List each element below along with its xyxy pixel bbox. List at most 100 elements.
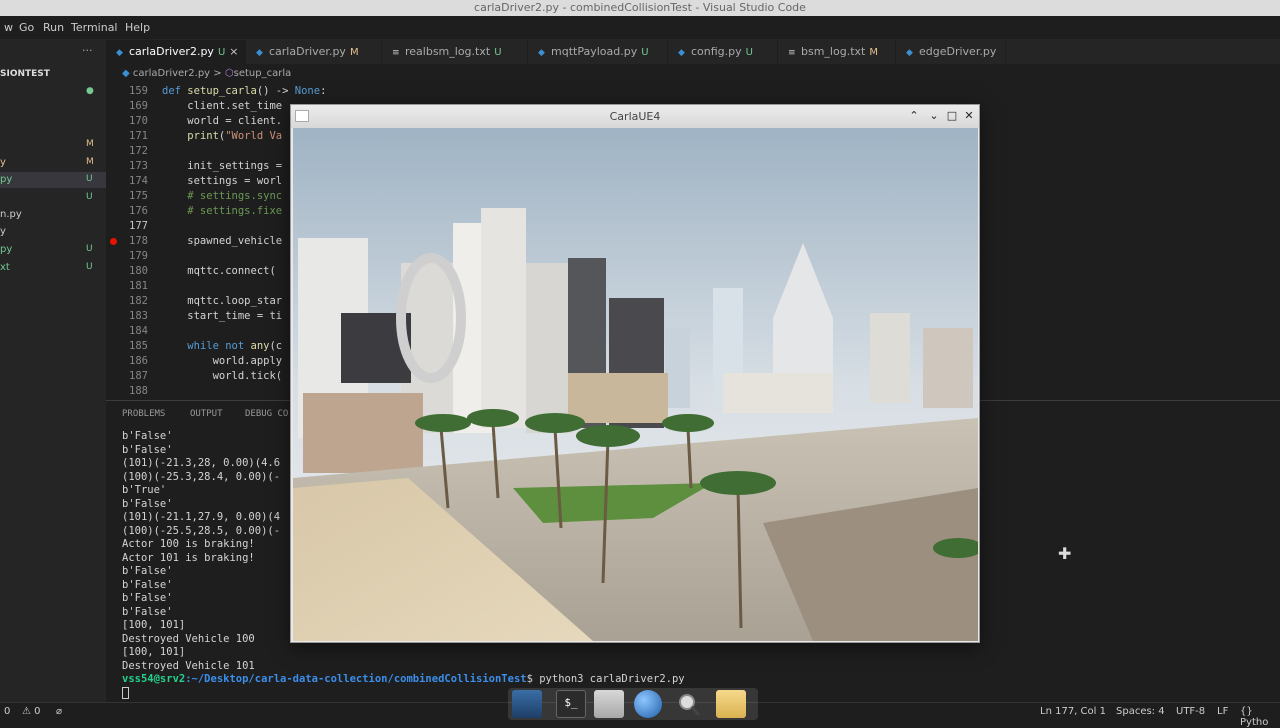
code-token: start_time = ti — [162, 310, 283, 322]
file-row[interactable]: ● — [0, 84, 106, 100]
line-number: 183 — [129, 310, 148, 322]
search-icon[interactable] — [674, 690, 704, 718]
tab-edgedriver[interactable]: ◆ edgeDriver.py — [896, 40, 1006, 64]
file-status: M — [86, 139, 94, 149]
minimize-icon[interactable]: ⌃ — [907, 109, 921, 123]
code-token: spawned_vehicle — [162, 235, 283, 247]
line-number: 187 — [129, 370, 148, 382]
menu-item-window[interactable]: w — [4, 21, 13, 34]
menu-item-terminal[interactable]: Terminal — [71, 21, 118, 34]
line-number: 170 — [129, 115, 148, 127]
eol[interactable]: LF — [1217, 706, 1228, 717]
code-token: # settings.sync — [162, 190, 283, 202]
close-icon[interactable]: × — [229, 45, 238, 58]
home-folder-icon[interactable] — [594, 690, 624, 718]
app-icon — [295, 110, 309, 122]
code-line[interactable]: 159 def setup_carla() -> None: — [106, 84, 1280, 99]
tab-problems[interactable]: PROBLEMS — [122, 409, 165, 419]
code-text: settings = worl — [162, 174, 282, 189]
code-text: # settings.sync — [162, 189, 282, 204]
terminal-line: Actor 101 is braking! — [122, 551, 255, 564]
line-number: 184 — [129, 325, 148, 337]
file-name: py — [0, 174, 13, 185]
browser-globe-icon[interactable] — [634, 690, 662, 718]
python-file-icon: ◆ — [906, 48, 913, 58]
indentation[interactable]: Spaces: 4 — [1116, 706, 1165, 717]
python-file-icon: ◆ — [116, 48, 123, 58]
cursor-position[interactable]: Ln 177, Col 1 — [1040, 706, 1106, 717]
tab-status: U — [494, 47, 502, 58]
restore-icon[interactable]: ⌄ — [927, 109, 941, 123]
file-row[interactable]: py U — [0, 242, 106, 258]
code-text: world = client. — [162, 114, 282, 129]
code-token: () -> — [256, 85, 295, 97]
file-row[interactable]: n.py — [0, 207, 106, 223]
code-token: while not — [187, 340, 251, 352]
carla-title-bar[interactable]: CarlaUE4 ⌃ ⌄ □ ✕ — [291, 105, 979, 128]
line-number: 172 — [129, 145, 148, 157]
line-number: 159 — [129, 85, 148, 97]
file-status: M — [86, 157, 94, 167]
close-icon[interactable]: ✕ — [962, 109, 976, 123]
file-row[interactable]: U — [0, 190, 106, 206]
folder-icon[interactable] — [716, 690, 746, 718]
tab-carladriver2[interactable]: ◆ carlaDriver2.py U × — [106, 40, 246, 64]
bell-icon[interactable]: ⌀ — [56, 706, 62, 717]
line-number: 173 — [129, 160, 148, 172]
breadcrumb-file[interactable]: carlaDriver2.py — [133, 68, 210, 79]
text-file-icon: ≡ — [392, 48, 400, 58]
terminal-prompt: vss54@srv2:~/Desktop/carla-data-collecti… — [122, 673, 685, 687]
code-text: world.tick( — [162, 369, 283, 384]
tab-carladriver[interactable]: ◆ carlaDriver.py M — [246, 40, 382, 64]
code-token: client.set_time — [162, 100, 283, 112]
tab-bsm-log[interactable]: ≡ bsm_log.txt M — [778, 40, 896, 64]
terminal-line: [100, 101] — [122, 646, 186, 658]
code-text: client.set_time — [162, 99, 282, 114]
tab-output[interactable]: OUTPUT — [190, 409, 223, 419]
terminal-icon[interactable]: $_ — [556, 690, 586, 718]
terminal-line: b'False' — [122, 578, 173, 591]
simulation-viewport[interactable] — [293, 128, 978, 641]
prompt-path: :~/Desktop/carla-data-collection/combine… — [185, 673, 527, 685]
tab-label: carlaDriver2.py — [129, 45, 214, 58]
terminal-line: [100, 101] — [122, 619, 186, 631]
tab-label: bsm_log.txt — [801, 45, 866, 58]
terminal-line: b'False' — [122, 497, 173, 510]
terminal-line: (101)(-21.3,28, 0.00)(4.6 — [122, 457, 281, 469]
menu-item-go[interactable]: Go — [19, 21, 34, 34]
error-count[interactable]: 0 — [4, 706, 10, 717]
encoding[interactable]: UTF-8 — [1176, 706, 1205, 717]
file-row[interactable]: xt U — [0, 260, 106, 276]
tab-status: U — [641, 47, 649, 58]
file-row[interactable]: y — [0, 224, 106, 240]
tab-realbsm-log[interactable]: ≡ realbsm_log.txt U — [382, 40, 528, 64]
file-row[interactable]: yM — [0, 155, 106, 171]
explorer-sidebar: ··· SIONTEST ● M yM py U U n.py y py U xt U — [0, 40, 106, 702]
tab-label: edgeDriver.py — [919, 45, 997, 58]
tab-config[interactable]: ◆ config.py U — [668, 40, 778, 64]
python-file-icon: ◆ — [256, 48, 263, 58]
file-name: y — [0, 226, 6, 237]
python-file-icon: ◆ — [678, 48, 685, 58]
language-mode[interactable]: {} Pytho — [1240, 706, 1280, 728]
screen-icon[interactable] — [512, 690, 542, 718]
line-number: 175 — [129, 190, 148, 202]
project-name[interactable]: SIONTEST — [0, 69, 50, 79]
breadcrumb-symbol[interactable]: setup_carla — [234, 68, 292, 79]
tab-mqttpayload[interactable]: ◆ mqttPayload.py U — [528, 40, 668, 64]
file-row[interactable]: M — [0, 137, 106, 153]
menu-item-run[interactable]: Run — [43, 21, 64, 34]
file-row-selected[interactable]: py U — [0, 172, 106, 188]
warning-count[interactable]: ⚠ 0 — [22, 706, 41, 717]
python-file-icon: ◆ — [122, 68, 133, 79]
line-number: 169 — [129, 100, 148, 112]
menu-item-help[interactable]: Help — [125, 21, 150, 34]
taskbar-dock: $_ — [508, 688, 758, 720]
tab-debug-console[interactable]: DEBUG CO — [245, 409, 288, 419]
carla-window[interactable]: CarlaUE4 ⌃ ⌄ □ ✕ — [290, 104, 980, 643]
more-actions-icon[interactable]: ··· — [82, 44, 93, 57]
maximize-icon[interactable]: □ — [945, 109, 959, 123]
code-token: : — [320, 85, 327, 97]
tab-label: mqttPayload.py — [551, 45, 638, 58]
prompt-user: vss54@srv2 — [122, 673, 186, 685]
